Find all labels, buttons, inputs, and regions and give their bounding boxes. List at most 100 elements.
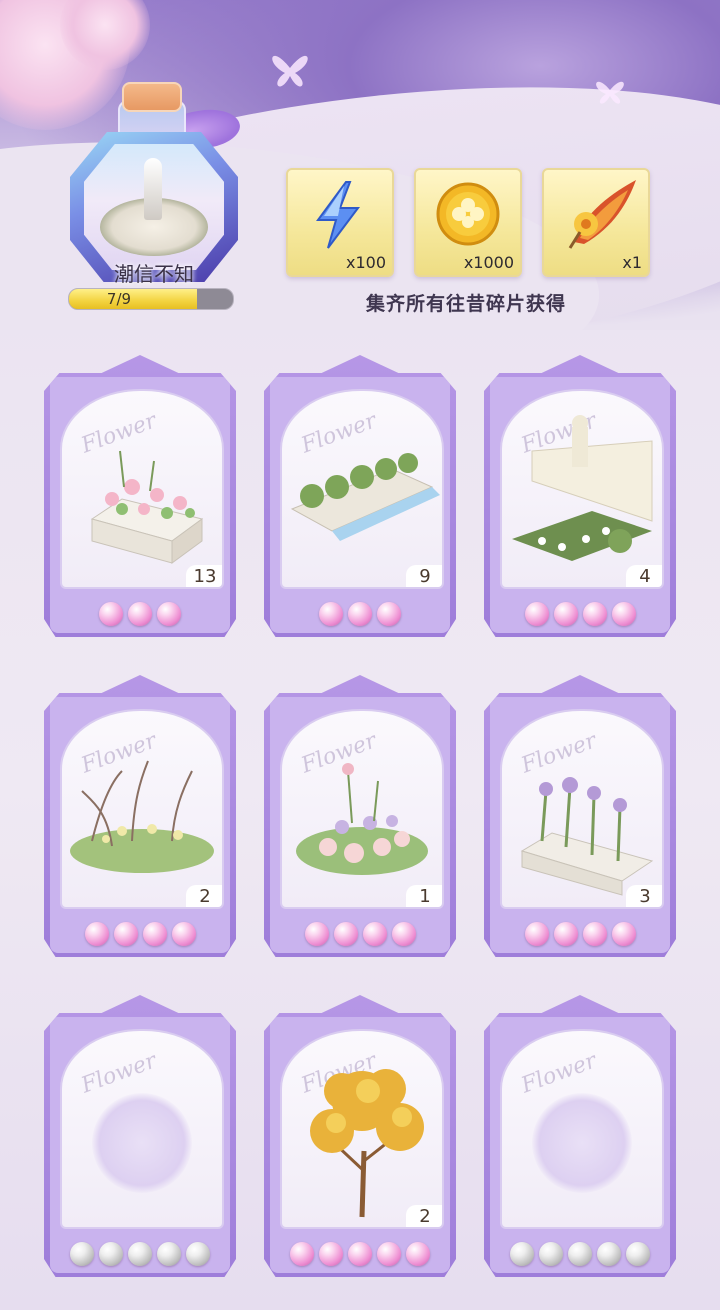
album-bottle[interactable]: 潮信不知 7/9 <box>60 80 250 310</box>
pearl-icon <box>304 922 329 946</box>
card-count: 9 <box>406 565 442 587</box>
rarity-pearls <box>264 1242 456 1270</box>
pearl-icon <box>377 1242 401 1266</box>
pearl-icon <box>597 1242 621 1266</box>
pearl-icon <box>348 1242 372 1266</box>
pearl-icon <box>157 1242 181 1266</box>
pearl-icon <box>128 1242 152 1266</box>
card-image-area: Flower <box>60 1029 224 1229</box>
pearl-icon <box>391 922 416 946</box>
pearl-icon <box>290 1242 314 1266</box>
card-image-area: Flower 13 <box>60 389 224 589</box>
reward-item[interactable]: x1 <box>542 168 650 277</box>
planter-box-pink-flowers-image <box>90 450 204 564</box>
bottle-cork <box>122 82 182 112</box>
pearl-icon <box>553 922 578 946</box>
pearl-icon <box>582 922 607 946</box>
pearl-icon <box>157 602 181 626</box>
pearl-icon <box>611 922 636 946</box>
memory-card-wild-grass-bush[interactable]: Flower 2 <box>44 675 236 975</box>
pearl-icon <box>377 602 401 626</box>
rarity-pearls <box>264 602 456 630</box>
pearl-icon <box>611 602 636 626</box>
pearl-icon <box>99 602 123 626</box>
pearl-icon <box>524 602 549 626</box>
pearl-icon <box>362 922 387 946</box>
butterfly-icon <box>596 81 624 104</box>
memory-card-locked-slot[interactable]: Flower <box>484 995 676 1295</box>
memory-card-mixed-flower-bush[interactable]: Flower 1 <box>264 675 456 975</box>
pearl-icon <box>539 1242 563 1266</box>
pearl-icon <box>568 1242 592 1266</box>
rarity-pearls <box>44 1242 236 1270</box>
card-count: 2 <box>186 885 222 907</box>
album-progress-text: 7/9 <box>106 290 132 308</box>
pearl-icon <box>510 1242 534 1266</box>
card-image-area: Flower 3 <box>500 709 664 909</box>
reward-caption: 集齐所有往昔碎片获得 <box>365 293 566 315</box>
pearl-icon <box>348 602 372 626</box>
pearl-icon <box>626 1242 650 1266</box>
wild-grass-bush-image <box>70 760 214 873</box>
flower-watermark: Flower <box>78 1048 160 1099</box>
album-progress-bar: 7/9 <box>68 288 234 310</box>
reward-coins[interactable]: x1000 <box>414 168 522 277</box>
pearl-icon <box>319 602 343 626</box>
flower-watermark: Flower <box>518 1048 600 1099</box>
flower-horn-item-icon <box>568 180 636 249</box>
card-image-area: Flower 1 <box>280 709 444 909</box>
locked-flower-silhouette <box>532 1093 632 1193</box>
card-count: 13 <box>186 565 222 587</box>
card-image-area: Flower <box>500 1029 664 1229</box>
memory-card-garden-wall-flowerbed[interactable]: Flower 4 <box>484 355 676 655</box>
pearl-icon <box>142 922 167 946</box>
rarity-pearls <box>264 922 456 950</box>
pearl-icon <box>333 922 358 946</box>
card-count: 4 <box>626 565 662 587</box>
fountain-planter-row-image <box>290 453 440 541</box>
memory-card-planter-box-pink-flowers[interactable]: Flower 13 <box>44 355 236 655</box>
memory-card-golden-tree[interactable]: Flower 2 <box>264 995 456 1295</box>
locked-flower-silhouette <box>92 1093 192 1193</box>
rarity-pearls <box>484 602 676 630</box>
iris-planter-image <box>520 777 654 896</box>
memory-card-fountain-planter-row[interactable]: Flower 9 <box>264 355 456 655</box>
pearl-icon <box>582 602 607 626</box>
card-count: 1 <box>406 885 442 907</box>
pearl-icon <box>524 922 549 946</box>
pearl-icon <box>186 1242 210 1266</box>
pearl-icon <box>128 602 152 626</box>
card-count: 3 <box>626 885 662 907</box>
rarity-pearls <box>44 602 236 630</box>
rarity-pearls <box>44 922 236 950</box>
reward-count: x100 <box>345 253 386 272</box>
card-image-area: Flower 9 <box>280 389 444 589</box>
memory-card-locked-slot[interactable]: Flower <box>44 995 236 1295</box>
reward-count: x1000 <box>463 253 514 272</box>
rarity-pearls <box>484 1242 676 1270</box>
card-image-area: Flower 2 <box>280 1029 444 1229</box>
golden-tree-image <box>310 1069 424 1218</box>
card-image-area: Flower 4 <box>500 389 664 589</box>
statue-image <box>144 158 162 220</box>
rarity-pearls <box>484 922 676 950</box>
pearl-icon <box>84 922 109 946</box>
stamina-lightning-icon <box>316 181 360 249</box>
pearl-icon <box>406 1242 430 1266</box>
butterfly-icon <box>272 55 308 87</box>
pearl-icon <box>70 1242 94 1266</box>
pearl-icon <box>99 1242 123 1266</box>
album-title: 潮信不知 <box>114 262 194 286</box>
reward-stamina[interactable]: x100 <box>286 168 394 277</box>
garden-wall-flowerbed-image <box>512 415 653 561</box>
mixed-flower-bush-image <box>296 763 428 875</box>
pearl-icon <box>113 922 138 946</box>
card-image-area: Flower 2 <box>60 709 224 909</box>
reward-count: x1 <box>622 253 642 272</box>
memory-card-iris-planter[interactable]: Flower 3 <box>484 675 676 975</box>
pearl-icon <box>171 922 196 946</box>
gold-coin-icon <box>436 182 500 246</box>
pearl-icon <box>319 1242 343 1266</box>
pearl-icon <box>553 602 578 626</box>
card-count: 2 <box>406 1205 442 1227</box>
